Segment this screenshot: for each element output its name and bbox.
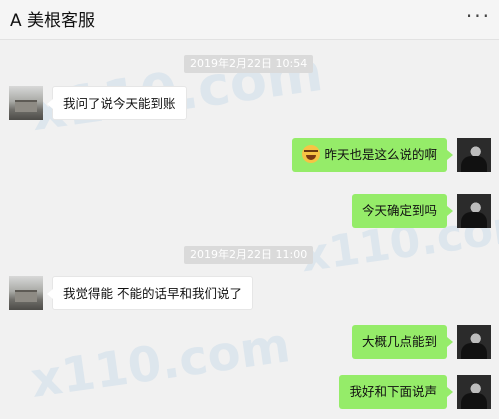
avatar[interactable] (9, 86, 43, 120)
message-bubble-received[interactable]: 我觉得能 不能的话早和我们说了 (47, 276, 253, 310)
avatar[interactable] (9, 276, 43, 310)
avatar[interactable] (457, 194, 491, 228)
chat-title: A 美根客服 (10, 11, 96, 31)
message-bubble-sent[interactable]: 我好和下面说声 (339, 375, 453, 409)
chat-header: A 美根客服 ··· (0, 0, 499, 40)
watermark: x110.com (27, 317, 294, 409)
avatar[interactable] (457, 375, 491, 409)
message-bubble-sent[interactable]: 今天确定到吗 (351, 194, 454, 228)
timestamp: 2019年2月22日 11:00 (184, 246, 314, 264)
message-text: 昨天也是这么说的啊 (324, 147, 437, 162)
timestamp: 2019年2月22日 10:54 (184, 55, 314, 73)
avatar[interactable] (457, 138, 491, 172)
message-bubble-sent[interactable]: 大概几点能到 (351, 325, 454, 359)
message-bubble-sent[interactable]: 昨天也是这么说的啊 (292, 138, 453, 172)
message-bubble-received[interactable]: 我问了说今天能到账 (47, 86, 187, 120)
avatar[interactable] (457, 325, 491, 359)
laugh-cry-emoji-icon (302, 145, 321, 163)
more-options-button[interactable]: ··· (466, 4, 491, 28)
